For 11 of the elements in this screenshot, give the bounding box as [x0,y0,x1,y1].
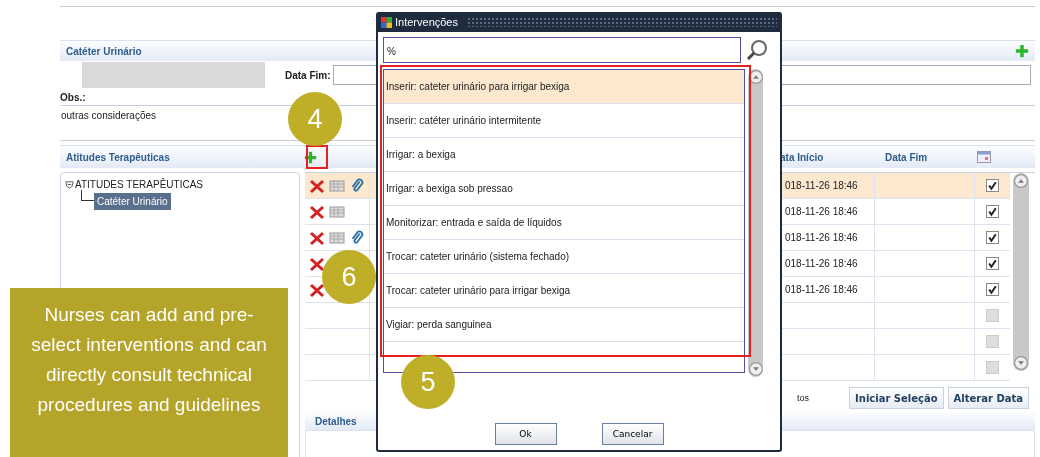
section-title: Catéter Urinário [66,45,142,57]
field-label: Obs.: [60,91,87,105]
section-title: Detalhes [315,415,357,427]
section-title: Atitudes Terapêuticas [65,151,171,163]
step-badge: 4 [288,92,342,146]
window-title: Intervenções [395,16,458,28]
step-badge: 6 [322,250,376,304]
status-text: tos [797,393,810,403]
field-label: Data Fim: [285,69,331,81]
column-header: Data Fim [884,151,929,163]
caption-text: Nurses can add and pre-select interventions and can directly consult technical procedures and guidelines [31,304,267,415]
